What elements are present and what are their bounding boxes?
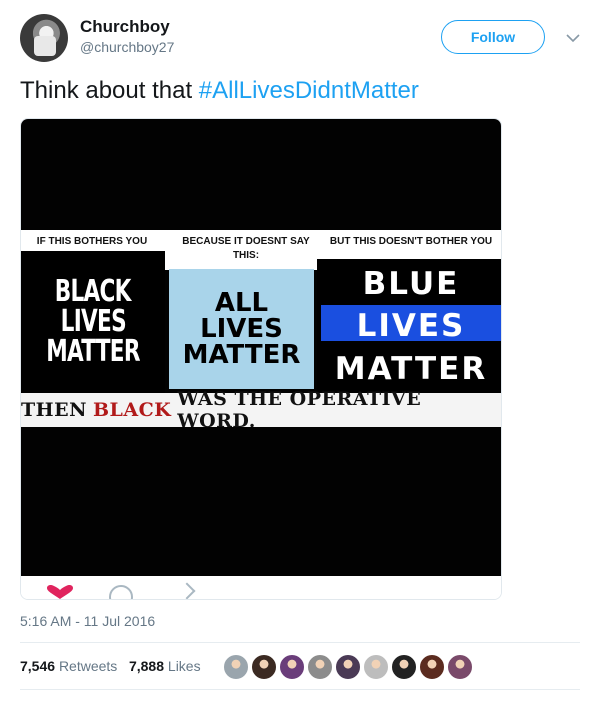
likes-count[interactable]: 7,888 — [129, 658, 164, 674]
panel-word: MATTER — [334, 351, 488, 388]
liker-avatar[interactable] — [279, 654, 305, 680]
caption-right: BUT THIS DOESN'T BOTHER YOU — [329, 236, 493, 247]
liker-avatars — [223, 654, 473, 680]
liker-avatar[interactable] — [335, 654, 361, 680]
panel-word: MATTER — [182, 340, 301, 370]
panel-word: BLACK — [55, 274, 132, 309]
all-lives-matter-panel: ALL LIVES MATTER — [169, 269, 314, 389]
bottom-caption: THEN BLACK WAS THE OPERATIVE WORD. — [21, 388, 501, 432]
meme-image: IF THIS BOTHERS YOU BECAUSE IT DOESNT SA… — [21, 119, 501, 576]
panel-word: ALL — [214, 288, 269, 318]
tweet-header: Churchboy @churchboy27 Follow — [20, 12, 580, 64]
divider — [20, 689, 580, 690]
panel-word: LIVES — [356, 308, 466, 345]
bottom-caption-highlight: BLACK — [92, 399, 172, 421]
chevron-down-icon[interactable] — [563, 28, 583, 48]
liker-avatar[interactable] — [223, 654, 249, 680]
retweet-icon[interactable] — [178, 582, 196, 599]
caption-middle: BECAUSE IT DOESNT SAY THIS: — [182, 236, 310, 261]
tweet-media[interactable]: IF THIS BOTHERS YOU BECAUSE IT DOESNT SA… — [20, 118, 502, 600]
tweet-text: Think about that #AllLivesDidntMatter — [20, 77, 419, 105]
panel-word: BLUE — [362, 265, 460, 302]
retweets-count[interactable]: 7,546 — [20, 658, 55, 674]
hashtag-link[interactable]: #AllLivesDidntMatter — [199, 77, 419, 104]
liker-avatar[interactable] — [251, 654, 277, 680]
retweets-label[interactable]: Retweets — [59, 658, 117, 674]
tweet-text-prefix: Think about that — [20, 77, 199, 104]
tweet-timestamp[interactable]: 5:16 AM - 11 Jul 2016 — [20, 613, 155, 629]
divider — [20, 642, 580, 643]
caption-left: IF THIS BOTHERS YOU — [36, 236, 148, 247]
black-lives-matter-panel: BLACK LIVES MATTER — [21, 251, 165, 393]
bottom-caption-after: WAS THE OPERATIVE WORD. — [177, 388, 422, 432]
tweet-stats: 7,546 Retweets 7,888 Likes — [20, 658, 201, 674]
liker-avatar[interactable] — [447, 654, 473, 680]
panel-word: LIVES — [200, 314, 283, 344]
reply-icon[interactable] — [109, 585, 133, 599]
likes-label[interactable]: Likes — [168, 658, 201, 674]
follow-button[interactable]: Follow — [441, 20, 545, 54]
display-name[interactable]: Churchboy — [80, 17, 170, 37]
liker-avatar[interactable] — [419, 654, 445, 680]
panel-word: LIVES — [60, 304, 126, 339]
media-actions-row — [21, 576, 501, 599]
user-handle[interactable]: @churchboy27 — [80, 39, 174, 55]
liker-avatar[interactable] — [307, 654, 333, 680]
heart-icon[interactable] — [45, 585, 75, 599]
blue-lives-matter-words: BLUE LIVES MATTER — [321, 259, 501, 395]
panel-word: MATTER — [46, 334, 140, 369]
avatar[interactable] — [20, 14, 68, 62]
liker-avatar[interactable] — [391, 654, 417, 680]
bottom-caption-before: THEN — [21, 399, 87, 421]
liker-avatar[interactable] — [363, 654, 389, 680]
